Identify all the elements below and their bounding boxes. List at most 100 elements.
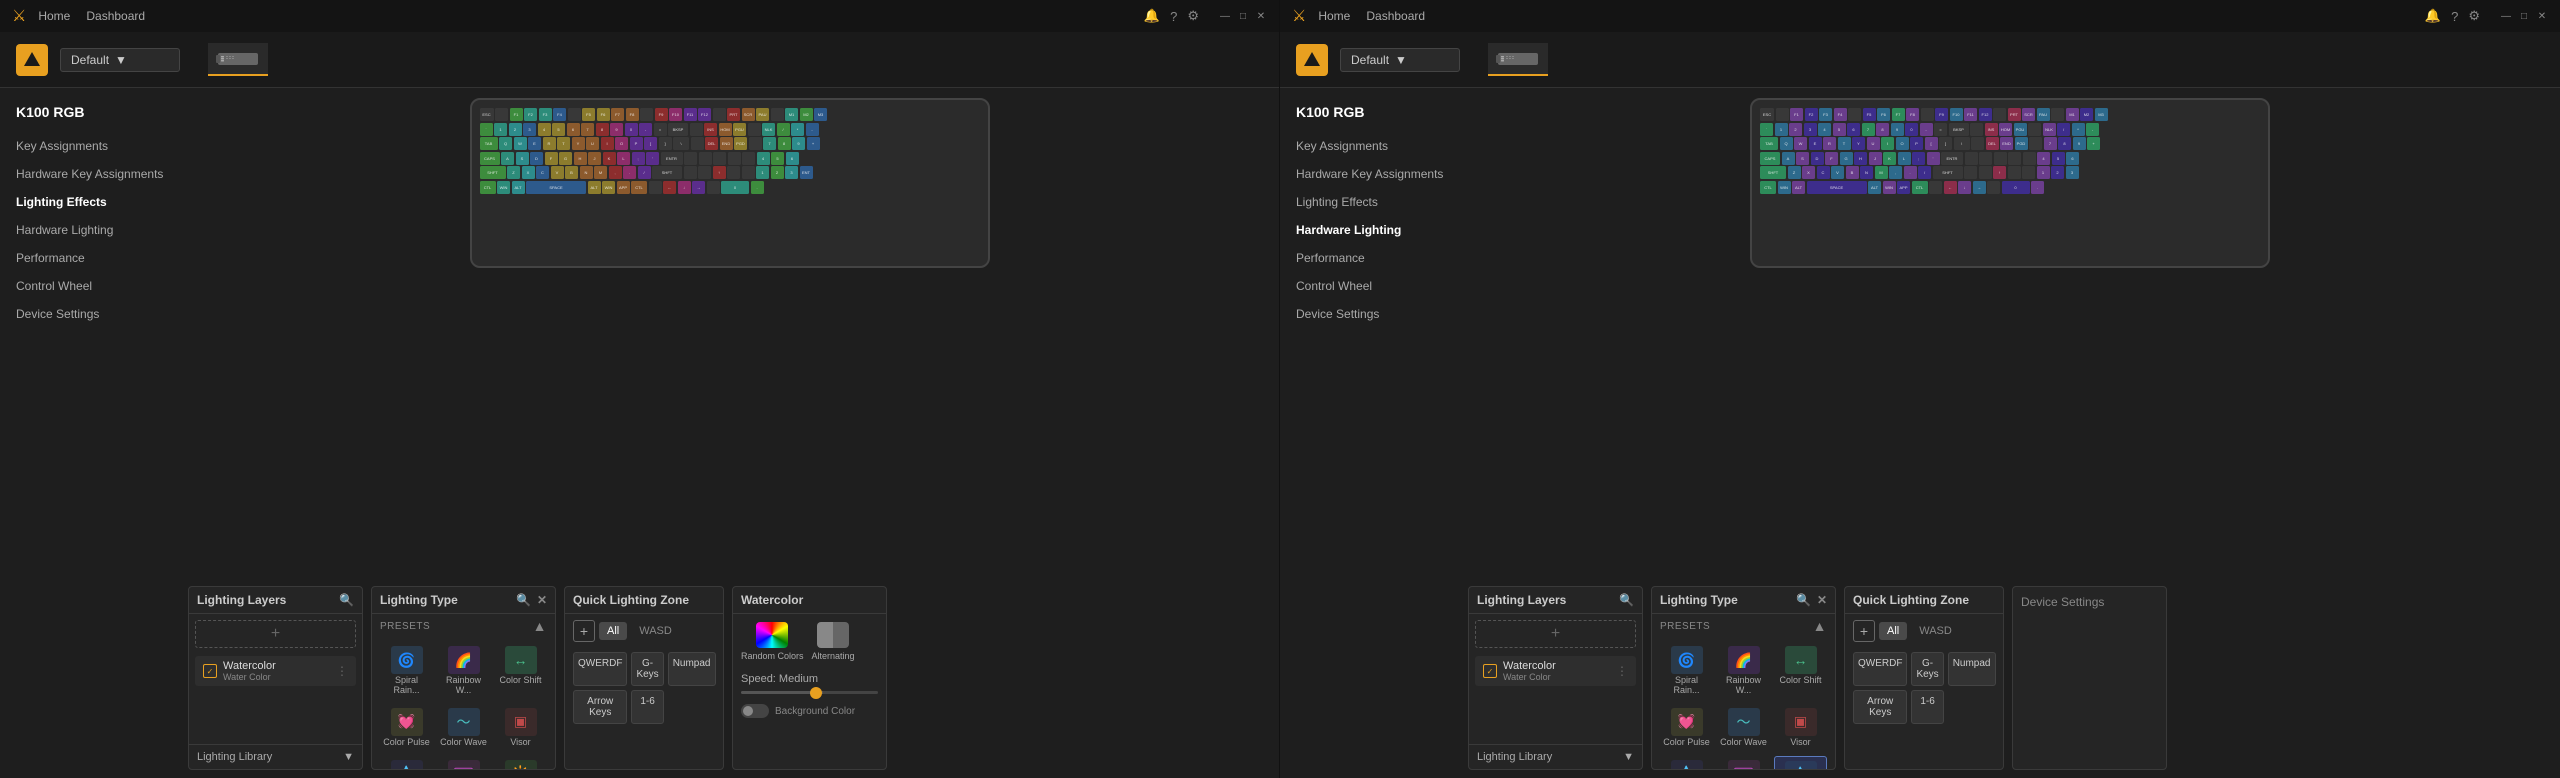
sidebar-key-assignments-left[interactable]: Key Assignments xyxy=(0,132,180,160)
zone-qwerdf-left[interactable]: QWERDF xyxy=(573,652,627,686)
zone-numpad-right[interactable]: Numpad xyxy=(1948,652,1996,686)
nav-home-right[interactable]: Home xyxy=(1318,9,1350,23)
minimize-btn-right[interactable]: — xyxy=(2500,10,2512,22)
lighting-layers-header-right: Lighting Layers 🔍 xyxy=(1469,587,1642,614)
zone-tab-wasd-right[interactable]: WASD xyxy=(1911,622,1960,640)
speed-row-left: Speed: Medium xyxy=(733,669,886,689)
zone-add-btn-right[interactable]: + xyxy=(1853,620,1875,642)
lighting-item-4-left[interactable]: 〜 Color Wave xyxy=(437,704,490,752)
sidebar-hardware-key-right[interactable]: Hardware Key Assignments xyxy=(1280,160,1460,188)
zone-tab-all-left[interactable]: All xyxy=(599,622,627,640)
lighting-type-title-left: Lighting Type xyxy=(380,593,458,607)
lighting-library-dropdown-left[interactable]: Lighting Library ▼ xyxy=(189,744,362,769)
layer-item-watercolor-left: ✓ Watercolor Water Color ⋮ xyxy=(195,656,356,686)
search-icon-type-left[interactable]: 🔍 xyxy=(516,593,531,607)
presets-toggle-left[interactable]: ▲ xyxy=(533,618,547,634)
lighting-type-header-right: Lighting Type 🔍 ✕ xyxy=(1652,587,1835,614)
search-icon-type-right[interactable]: 🔍 xyxy=(1796,593,1811,607)
color-random-left[interactable]: Random Colors xyxy=(741,622,804,661)
bg-color-toggle-left[interactable] xyxy=(741,704,769,718)
maximize-btn-left[interactable]: □ xyxy=(1237,10,1249,22)
layer-menu-btn-right[interactable]: ⋮ xyxy=(1616,664,1628,678)
speed-slider-left[interactable] xyxy=(733,689,886,700)
layer-checkbox-left[interactable]: ✓ xyxy=(203,664,217,678)
lighting-item-2-right[interactable]: ↔ Color Shift xyxy=(1774,642,1827,700)
add-layer-btn-left[interactable]: + xyxy=(195,620,356,648)
device-tab-right[interactable] xyxy=(1488,43,1548,76)
profile-dropdown-left[interactable]: Default ▼ xyxy=(60,48,180,72)
lighting-item-1-left[interactable]: 🌈 Rainbow W... xyxy=(437,642,490,700)
lighting-item-0-left[interactable]: 🌀 Spiral Rain... xyxy=(380,642,433,700)
settings-icon-left[interactable]: ⚙ xyxy=(1187,8,1199,24)
color-alternating-left[interactable]: Alternating xyxy=(812,622,855,661)
sidebar-lighting-effects-right[interactable]: Lighting Effects xyxy=(1280,188,1460,216)
lighting-item-6-right[interactable]: 💧 Rain xyxy=(1660,756,1713,770)
lighting-item-8-right[interactable]: 💧 Watercolor xyxy=(1774,756,1827,770)
lighting-type-header-left: Lighting Type 🔍 ✕ xyxy=(372,587,555,614)
sidebar-device-settings-right[interactable]: Device Settings xyxy=(1280,300,1460,328)
lighting-item-6-left[interactable]: 💧 Rain xyxy=(380,756,433,770)
zone-16-left[interactable]: 1-6 xyxy=(631,690,663,724)
quick-zone-header-right: Quick Lighting Zone xyxy=(1845,587,2003,614)
zone-arrowkeys-right[interactable]: Arrow Keys xyxy=(1853,690,1907,724)
lighting-item-4-right[interactable]: 〜 Color Wave xyxy=(1717,704,1770,752)
sidebar-performance-left[interactable]: Performance xyxy=(0,244,180,272)
device-tab-left[interactable] xyxy=(208,43,268,76)
minimize-btn-left[interactable]: — xyxy=(1219,10,1231,22)
search-icon-layers-right[interactable]: 🔍 xyxy=(1619,593,1634,607)
lighting-grid-left: 🌀 Spiral Rain... 🌈 Rainbow W... ↔ Color … xyxy=(372,638,555,770)
bell-icon-right[interactable]: 🔔 xyxy=(2425,8,2441,24)
lighting-item-3-left[interactable]: 💓 Color Pulse xyxy=(380,704,433,752)
zone-numpad-left[interactable]: Numpad xyxy=(668,652,716,686)
zone-arrowkeys-left[interactable]: Arrow Keys xyxy=(573,690,627,724)
nav-dashboard-right[interactable]: Dashboard xyxy=(1366,9,1425,23)
zone-tab-all-right[interactable]: All xyxy=(1879,622,1907,640)
keyboard-area-right: ESC F1 F2 F3 F4 F5 F6 F7 F8 F9 F10 xyxy=(1460,88,2560,578)
profile-dropdown-right[interactable]: Default ▼ xyxy=(1340,48,1460,72)
search-icon-layers-left[interactable]: 🔍 xyxy=(339,593,354,607)
lighting-library-dropdown-right[interactable]: Lighting Library ▼ xyxy=(1469,744,1642,769)
sidebar-control-wheel-right[interactable]: Control Wheel xyxy=(1280,272,1460,300)
lighting-item-8-left[interactable]: 🔆 CORSAIR A... xyxy=(494,756,547,770)
presets-toggle-right[interactable]: ▲ xyxy=(1813,618,1827,634)
sidebar-hardware-key-left[interactable]: Hardware Key Assignments xyxy=(0,160,180,188)
sidebar-performance-right[interactable]: Performance xyxy=(1280,244,1460,272)
lighting-item-5-left[interactable]: ▣ Visor xyxy=(494,704,547,752)
close-btn-right[interactable]: ✕ xyxy=(2536,10,2548,22)
bell-icon-left[interactable]: 🔔 xyxy=(1144,8,1160,24)
add-layer-btn-right[interactable]: + xyxy=(1475,620,1636,648)
sidebar-hardware-lighting-left[interactable]: Hardware Lighting xyxy=(0,216,180,244)
zone-add-btn-left[interactable]: + xyxy=(573,620,595,642)
close-icon-type-left[interactable]: ✕ xyxy=(537,593,547,607)
help-icon-right[interactable]: ? xyxy=(2451,9,2458,24)
nav-home-left[interactable]: Home xyxy=(38,9,70,23)
sidebar-lighting-effects-left[interactable]: Lighting Effects xyxy=(0,188,180,216)
settings-icon-right[interactable]: ⚙ xyxy=(2468,8,2480,24)
lighting-item-0-right[interactable]: 🌀 Spiral Rain... xyxy=(1660,642,1713,700)
layer-menu-btn-left[interactable]: ⋮ xyxy=(336,664,348,678)
zone-qwerdf-right[interactable]: QWERDF xyxy=(1853,652,1907,686)
zone-buttons-right: QWERDF G-Keys Numpad Arrow Keys 1-6 xyxy=(1845,648,2003,728)
close-btn-left[interactable]: ✕ xyxy=(1255,10,1267,22)
close-icon-type-right[interactable]: ✕ xyxy=(1817,593,1827,607)
zone-gkeys-left[interactable]: G-Keys xyxy=(631,652,663,686)
zone-gkeys-right[interactable]: G-Keys xyxy=(1911,652,1943,686)
help-icon-left[interactable]: ? xyxy=(1170,9,1177,24)
zone-tab-wasd-left[interactable]: WASD xyxy=(631,622,680,640)
sidebar-control-wheel-left[interactable]: Control Wheel xyxy=(0,272,180,300)
title-nav-right: Home Dashboard xyxy=(1318,9,2413,23)
lighting-item-7-right[interactable]: ⌨ Type Lighting xyxy=(1717,756,1770,770)
sidebar-device-settings-left[interactable]: Device Settings xyxy=(0,300,180,328)
lighting-item-3-right[interactable]: 💓 Color Pulse xyxy=(1660,704,1713,752)
lighting-item-7-left[interactable]: ⌨ Type Lighting xyxy=(437,756,490,770)
zone-16-right[interactable]: 1-6 xyxy=(1911,690,1943,724)
sidebar-key-assignments-right[interactable]: Key Assignments xyxy=(1280,132,1460,160)
lighting-item-1-right[interactable]: 🌈 Rainbow W... xyxy=(1717,642,1770,700)
sidebar-hardware-lighting-right[interactable]: Hardware Lighting xyxy=(1280,216,1460,244)
lighting-item-2-left[interactable]: ↔ Color Shift xyxy=(494,642,547,700)
layer-checkbox-right[interactable]: ✓ xyxy=(1483,664,1497,678)
keyboard-graphic-right: ESC F1 F2 F3 F4 F5 F6 F7 F8 F9 F10 xyxy=(1750,98,2270,268)
nav-dashboard-left[interactable]: Dashboard xyxy=(86,9,145,23)
lighting-item-5-right[interactable]: ▣ Visor xyxy=(1774,704,1827,752)
maximize-btn-right[interactable]: □ xyxy=(2518,10,2530,22)
